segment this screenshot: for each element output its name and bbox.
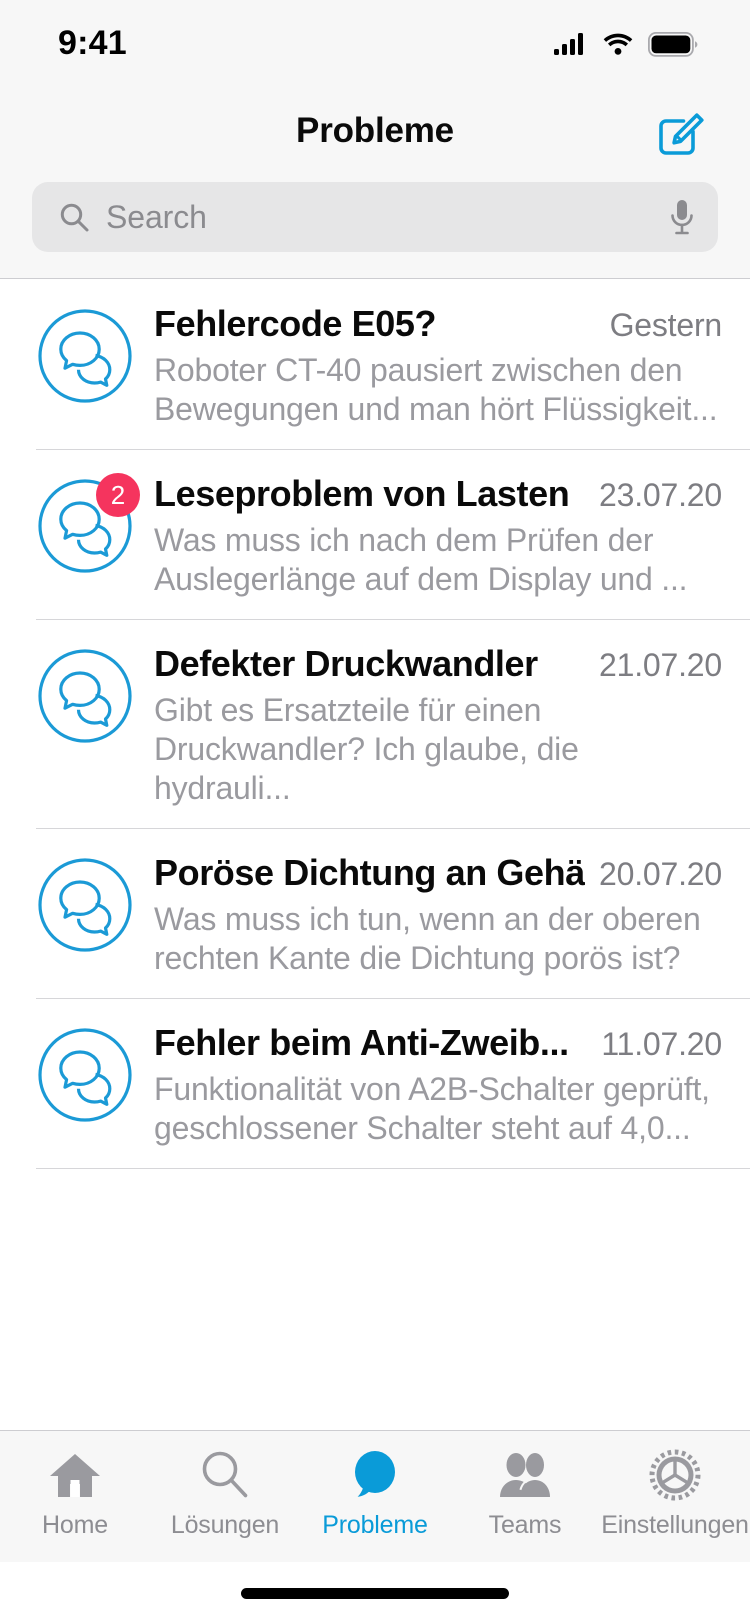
- navigation-bar: Probleme: [0, 88, 750, 174]
- row-content: Leseproblem von Lasten 23.07.20 Was muss…: [134, 471, 722, 599]
- search-icon: [202, 1451, 248, 1498]
- row-date: 11.07.20: [601, 1026, 722, 1063]
- tab-label: Teams: [488, 1511, 562, 1539]
- page-title: Probleme: [296, 111, 454, 150]
- table-row[interactable]: 2 Leseproblem von Lasten 23.07.20 Was mu…: [0, 449, 750, 620]
- row-date: 21.07.20: [599, 647, 722, 684]
- row-preview: Gibt es Ersatzteile für einen Druckwandl…: [154, 692, 579, 807]
- row-title: Leseproblem von Lasten: [154, 473, 570, 515]
- list-bottom-separator: [36, 1168, 750, 1170]
- unread-badge: 2: [96, 473, 140, 518]
- tab-loesungen[interactable]: Lösungen: [150, 1447, 300, 1540]
- chat-bubbles-avatar-icon: [38, 858, 132, 952]
- app-screen: 9:41 Probleme Search Fehlercode E05? Ges…: [0, 0, 750, 1624]
- tab-label: Probleme: [322, 1511, 428, 1539]
- avatar: [36, 647, 134, 745]
- row-header: Defekter Druckwandler 21.07.20: [154, 643, 722, 685]
- tab-icon-wrap: [348, 1447, 402, 1503]
- tab-icon-wrap: [48, 1447, 102, 1503]
- avatar: 2: [36, 473, 140, 575]
- wifi-icon: [603, 33, 633, 55]
- row-date: Gestern: [609, 307, 723, 343]
- search-input[interactable]: Search: [106, 199, 652, 236]
- tab-label: Home: [42, 1511, 108, 1539]
- tab-label: Lösungen: [170, 1511, 280, 1539]
- search-bar-container: Search: [0, 174, 750, 278]
- row-title: Fehler beim Anti-Zweib...: [154, 1022, 569, 1064]
- chat-bubble-icon: [355, 1451, 395, 1497]
- row-preview: Was muss ich nach dem Prüfen der Auslege…: [154, 522, 688, 598]
- problems-list: Fehlercode E05? Gestern Roboter CT-40 pa…: [0, 278, 750, 1430]
- tab-label: Einstellungen: [601, 1511, 749, 1539]
- compose-button[interactable]: [650, 100, 712, 162]
- row-title: Fehlercode E05?: [154, 303, 437, 344]
- chat-bubbles-avatar-icon: [38, 309, 132, 403]
- gear-icon: [649, 1449, 701, 1501]
- row-date: 20.07.20: [599, 856, 722, 893]
- row-header: Poröse Dichtung an Gehä... 20.07.20: [154, 852, 722, 894]
- tab-probleme[interactable]: Probleme: [300, 1447, 450, 1540]
- search-icon: [60, 203, 89, 232]
- tab-teams[interactable]: Teams: [450, 1447, 600, 1540]
- battery-full-icon: [648, 31, 698, 57]
- cellular-signal-icon: [554, 33, 583, 55]
- tab-home[interactable]: Home: [0, 1447, 150, 1540]
- row-title: Poröse Dichtung an Gehä...: [154, 852, 586, 894]
- chat-bubbles-avatar-icon: [38, 1028, 132, 1122]
- home-icon: [50, 1454, 100, 1497]
- row-content: Defekter Druckwandler 21.07.20 Gibt es E…: [134, 641, 722, 808]
- table-row[interactable]: Defekter Druckwandler 21.07.20 Gibt es E…: [0, 619, 750, 829]
- row-title: Defekter Druckwandler: [154, 643, 538, 685]
- row-preview: Funktionalität von A2B-Schalter geprüft,…: [154, 1071, 710, 1147]
- search-field[interactable]: Search: [32, 182, 718, 252]
- compose-icon: [659, 113, 704, 155]
- status-time: 9:41: [58, 24, 127, 62]
- row-header: Fehler beim Anti-Zweib... 11.07.20: [154, 1022, 722, 1064]
- row-content: Poröse Dichtung an Gehä... 20.07.20 Was …: [134, 850, 722, 978]
- home-indicator[interactable]: [241, 1587, 509, 1599]
- microphone-icon[interactable]: [668, 197, 696, 237]
- avatar: [36, 1026, 134, 1124]
- status-indicators: [554, 31, 698, 57]
- chat-bubbles-avatar-icon: [38, 649, 132, 743]
- tab-bar: Home Lösungen Probleme Teams Einstellung…: [0, 1430, 750, 1562]
- row-preview: Was muss ich tun, wenn an der oberen rec…: [154, 901, 701, 977]
- tab-icon-wrap: [496, 1447, 554, 1503]
- table-row[interactable]: Fehler beim Anti-Zweib... 11.07.20 Funkt…: [0, 998, 750, 1169]
- row-header: Leseproblem von Lasten 23.07.20: [154, 473, 722, 515]
- avatar: [36, 307, 134, 405]
- tab-icon-wrap: [648, 1447, 702, 1503]
- home-indicator-area: [0, 1562, 750, 1624]
- row-preview: Roboter CT-40 pausiert zwischen den Bewe…: [154, 352, 718, 428]
- avatar: [36, 856, 134, 954]
- row-content: Fehlercode E05? Gestern Roboter CT-40 pa…: [134, 301, 722, 429]
- tab-einstellungen[interactable]: Einstellungen: [600, 1447, 750, 1540]
- status-bar: 9:41: [0, 0, 750, 88]
- people-icon: [500, 1453, 550, 1497]
- row-date: 23.07.20: [599, 477, 722, 514]
- table-row[interactable]: Poröse Dichtung an Gehä... 20.07.20 Was …: [0, 828, 750, 999]
- tab-icon-wrap: [199, 1447, 251, 1503]
- table-row[interactable]: Fehlercode E05? Gestern Roboter CT-40 pa…: [0, 279, 750, 450]
- row-header: Fehlercode E05? Gestern: [154, 303, 722, 345]
- row-content: Fehler beim Anti-Zweib... 11.07.20 Funkt…: [134, 1020, 722, 1148]
